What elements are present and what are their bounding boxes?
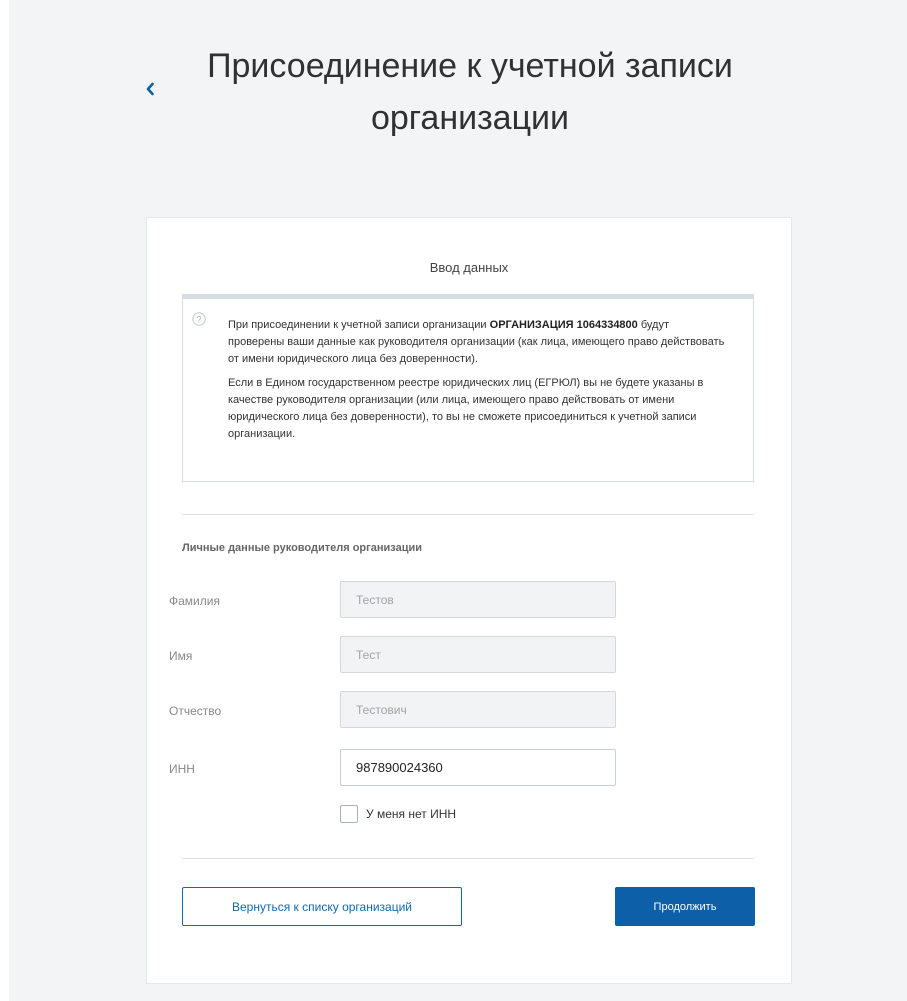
info-p1-before: При присоединении к учетной записи орган…	[228, 319, 490, 331]
section-divider	[182, 514, 754, 515]
question-circle-icon: ?	[192, 312, 206, 326]
inn-label: ИНН	[169, 762, 195, 776]
organization-name: ОРГАНИЗАЦИЯ 1064334800	[489, 319, 638, 331]
continue-button[interactable]: Продолжить	[615, 887, 755, 926]
svg-text:?: ?	[196, 314, 201, 324]
info-paragraph-1: При присоединении к учетной записи орган…	[228, 317, 728, 368]
card-heading: Ввод данных	[429, 260, 509, 275]
first-name-label: Имя	[169, 649, 193, 663]
back-to-organizations-button[interactable]: Вернуться к списку организаций	[182, 887, 462, 926]
section-title: Личные данные руководителя организации	[182, 542, 422, 554]
chevron-left-icon	[146, 82, 154, 96]
info-box: ? При присоединении к учетной записи орг…	[182, 294, 754, 482]
back-chevron-button[interactable]	[142, 78, 158, 100]
no-inn-checkbox-row[interactable]: У меня нет ИНН	[340, 805, 456, 823]
no-inn-checkbox[interactable]	[340, 805, 358, 823]
footer-divider	[182, 858, 754, 859]
first-name-field[interactable]	[340, 636, 616, 673]
patronymic-label: Отчество	[169, 704, 222, 718]
surname-field[interactable]	[340, 581, 616, 618]
form-card: Ввод данных ? При присоединении к учетно…	[146, 217, 792, 984]
no-inn-label: У меня нет ИНН	[366, 807, 457, 821]
inn-field[interactable]	[340, 749, 616, 786]
info-paragraph-2: Если в Едином государственном реестре юр…	[228, 377, 704, 440]
info-text: При присоединении к учетной записи орган…	[228, 317, 728, 450]
surname-label: Фамилия	[169, 594, 220, 608]
page-title: Присоединение к учетной записи организац…	[207, 47, 733, 137]
patronymic-field[interactable]	[340, 691, 616, 728]
